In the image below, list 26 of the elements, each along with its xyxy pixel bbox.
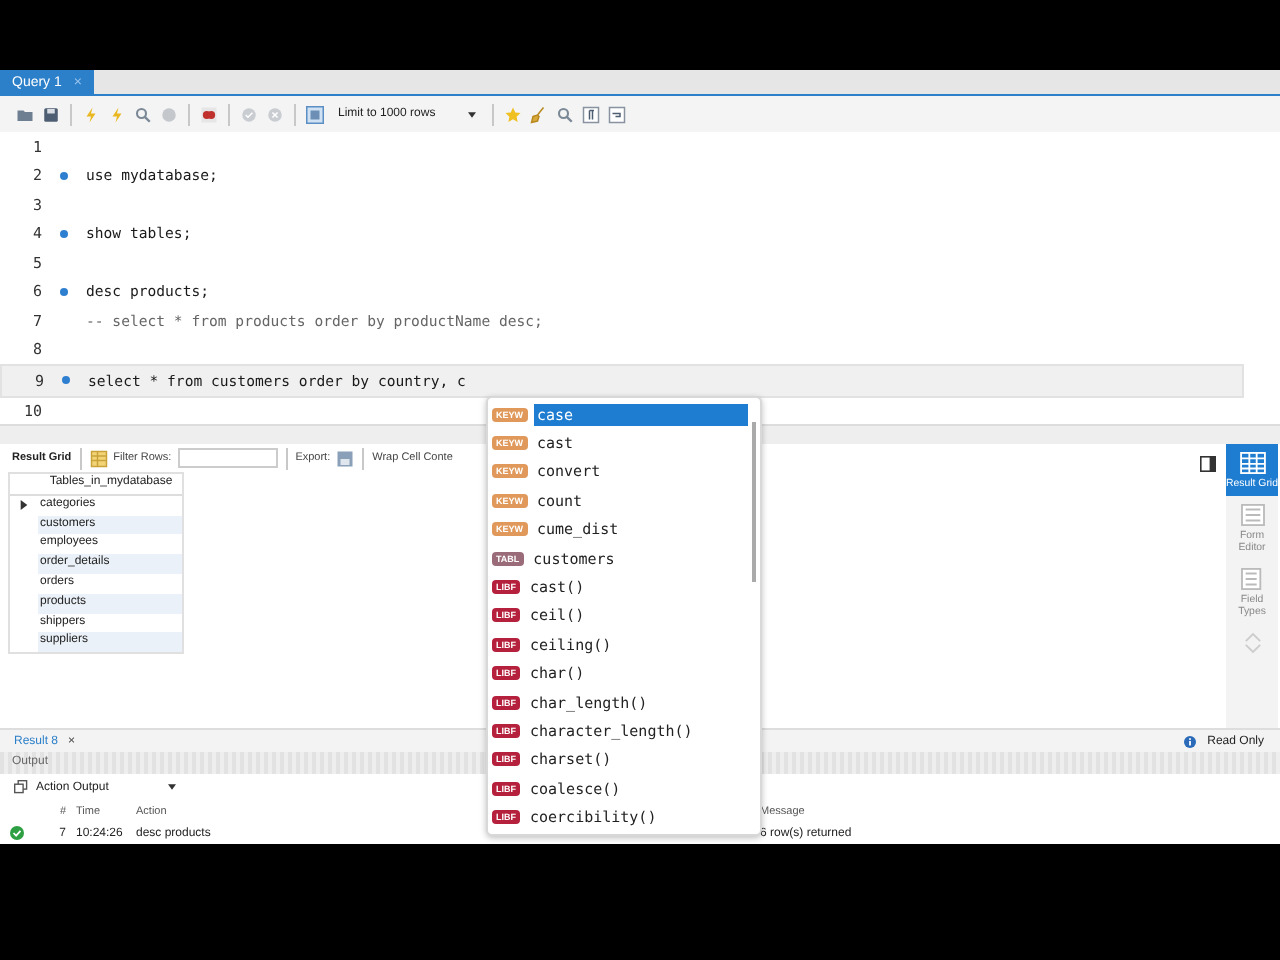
stop-icon[interactable] [200, 105, 218, 123]
save-icon[interactable] [42, 105, 60, 123]
toggle-icon[interactable] [306, 105, 324, 123]
copy-icon[interactable] [14, 780, 28, 794]
form-icon [1239, 504, 1265, 526]
folder-icon[interactable] [16, 105, 34, 123]
circle-icon[interactable] [160, 105, 178, 123]
info-icon [1183, 735, 1196, 747]
list-icon [1239, 568, 1265, 590]
magnifier-icon[interactable] [555, 105, 574, 123]
caret-icon [168, 784, 176, 790]
grid-icon[interactable] [89, 449, 108, 467]
star-icon[interactable] [503, 105, 522, 123]
panel-toggle-icon[interactable] [1200, 456, 1216, 472]
pilcrow-icon[interactable] [581, 105, 600, 123]
magnifier-icon[interactable] [134, 105, 152, 123]
scroll-arrows-icon[interactable] [1243, 632, 1261, 654]
wrap-icon[interactable] [607, 105, 626, 123]
check-icon[interactable] [240, 105, 258, 123]
cancel-icon[interactable] [266, 105, 284, 123]
caret-icon [467, 111, 476, 117]
scrollbar-thumb[interactable] [752, 422, 755, 582]
export-icon[interactable] [336, 449, 355, 467]
grid-icon [1239, 452, 1265, 474]
filter-field[interactable] [177, 448, 278, 468]
broom-icon[interactable] [529, 105, 548, 123]
